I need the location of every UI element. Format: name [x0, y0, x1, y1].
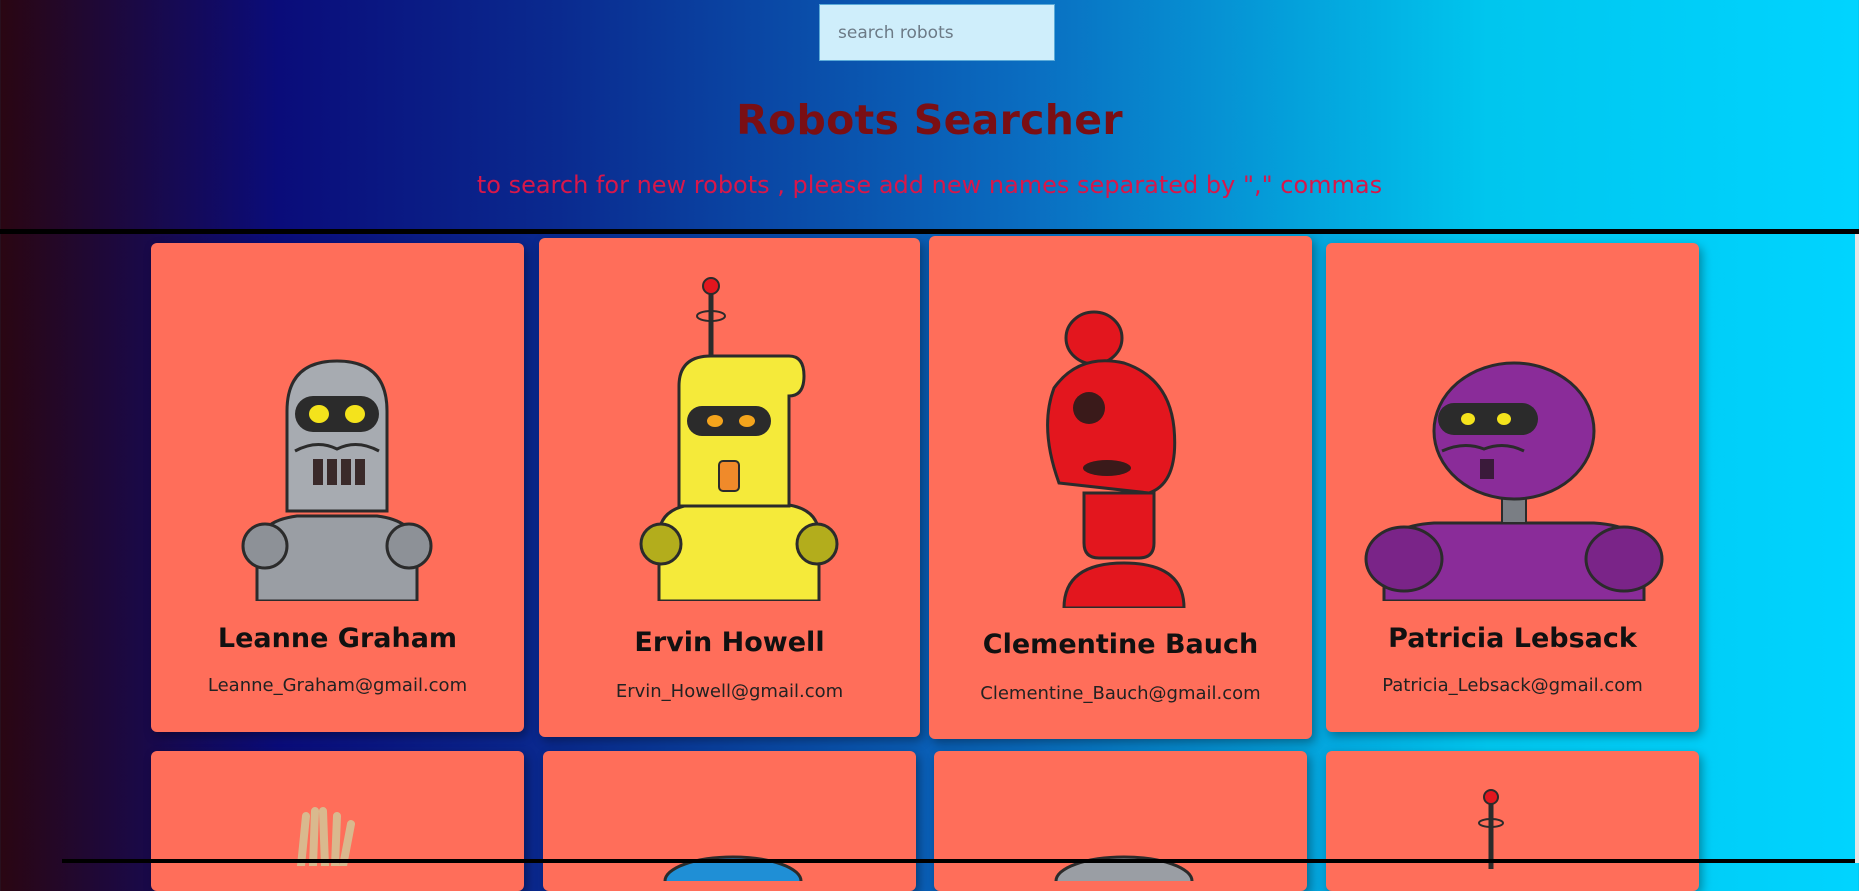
robot-name: Patricia Lebsack: [1388, 623, 1637, 654]
page-title: Robots Searcher: [736, 96, 1123, 144]
robot-email: Leanne_Graham@gmail.com: [207, 675, 468, 696]
robot-card[interactable]: Leanne Graham Leanne_Graham@gmail.com: [151, 243, 524, 732]
robot-yellow-image: [639, 277, 839, 601]
robot-email: Clementine_Bauch@gmail.com: [980, 683, 1261, 704]
robot-card[interactable]: Ervin Howell Ervin_Howell@gmail.com: [539, 238, 920, 737]
robot-card[interactable]: Clementine Bauch Clementine_Bauch@gmail.…: [929, 236, 1312, 739]
robot-card[interactable]: [1326, 751, 1699, 891]
robot-purple-image: [1364, 361, 1664, 601]
robot-card[interactable]: [543, 751, 916, 891]
robot-image: [297, 807, 355, 866]
robot-email: Ervin_Howell@gmail.com: [615, 681, 844, 702]
robot-email: Patricia_Lebsack@gmail.com: [1382, 675, 1643, 696]
page-scrollbar[interactable]: [1855, 234, 1859, 863]
robot-image: [1478, 789, 1504, 869]
robot-card[interactable]: [934, 751, 1307, 891]
robot-name: Leanne Graham: [217, 623, 458, 654]
search-input[interactable]: [819, 4, 1055, 61]
robot-name: Clementine Bauch: [982, 629, 1259, 660]
robot-red-image: [1046, 310, 1186, 608]
header: Robots Searcher to search for new robots…: [0, 0, 1859, 234]
robot-card[interactable]: Patricia Lebsack Patricia_Lebsack@gmail.…: [1326, 243, 1699, 732]
bottom-divider: [62, 859, 1859, 863]
robots-app: { "header": { "search_placeholder": "sea…: [0, 0, 1859, 891]
robot-name: Ervin Howell: [634, 627, 825, 658]
robot-gray-image: [241, 359, 433, 601]
robot-card[interactable]: [151, 751, 524, 891]
page-subtitle: to search for new robots , please add ne…: [476, 171, 1383, 199]
